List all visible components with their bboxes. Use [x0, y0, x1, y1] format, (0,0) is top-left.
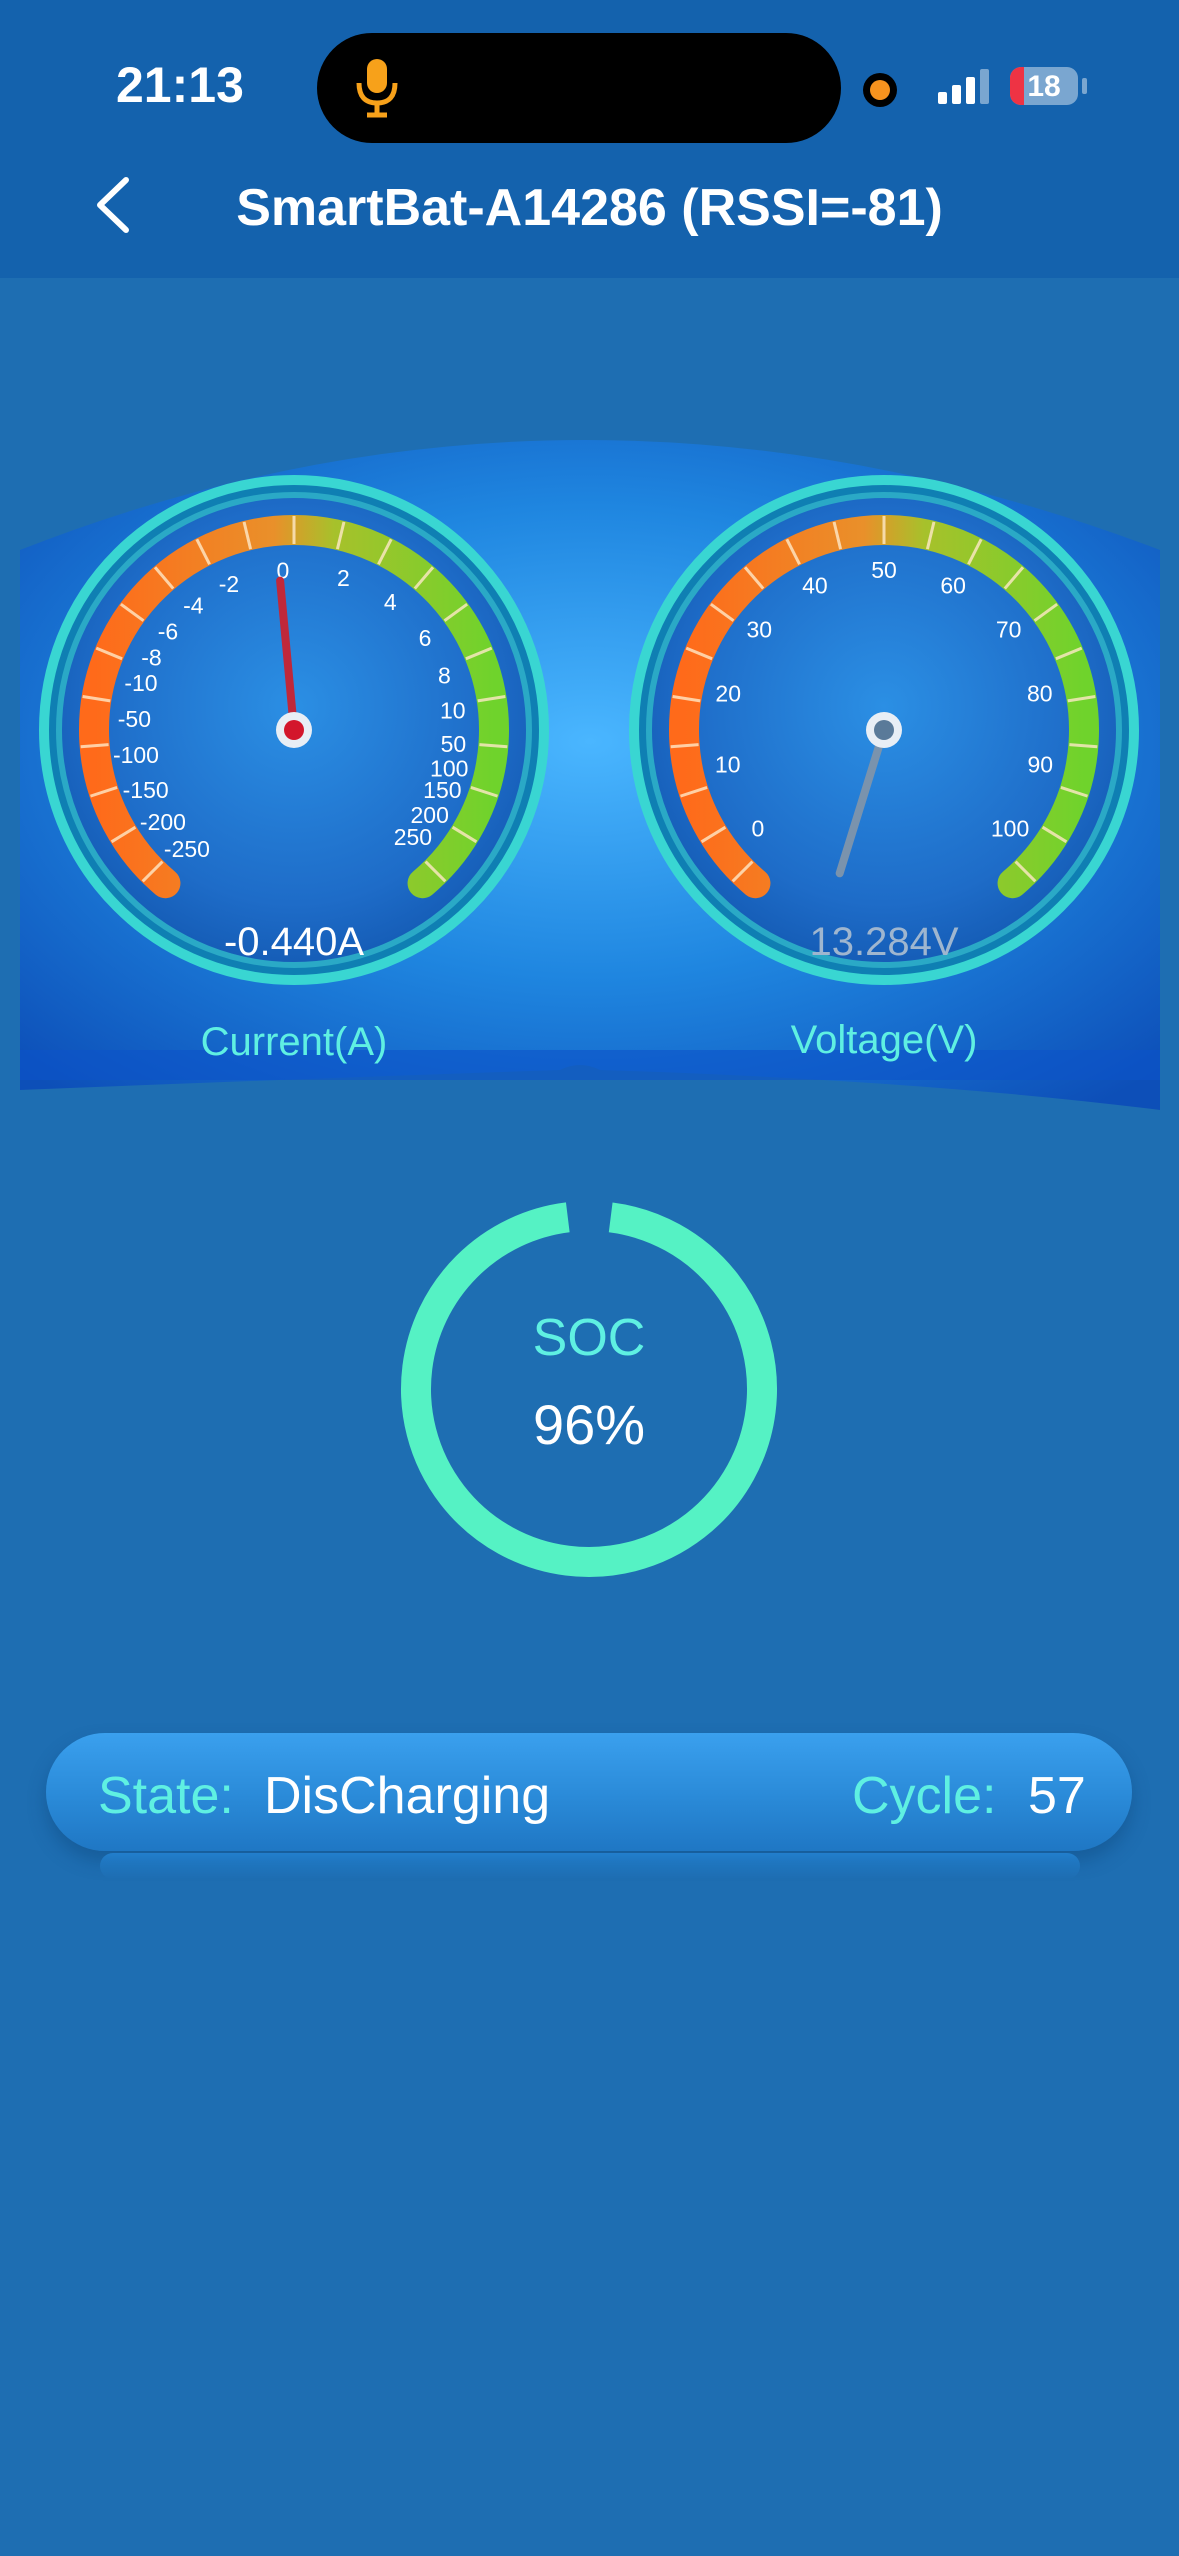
soc-progress-arc	[401, 1201, 777, 1577]
state-bar-shadow	[100, 1853, 1080, 1879]
voltage-tick-label: 50	[871, 557, 897, 583]
soc-label: SOC	[532, 1309, 646, 1367]
state-value: DisCharging	[264, 1767, 551, 1825]
status-bar: 21:13 18	[0, 0, 1179, 160]
current-tick-label: -4	[183, 593, 204, 619]
current-tick-label: -50	[118, 706, 151, 732]
cycle-value: 57	[1028, 1767, 1086, 1825]
cycle-label: Cycle:	[852, 1767, 997, 1825]
battery-icon: 18	[1010, 67, 1078, 105]
battery-tip	[1082, 78, 1087, 94]
status-time: 21:13	[116, 57, 244, 113]
voltage-tick-label: 100	[991, 816, 1029, 842]
gauge-dashboard: -250-200 -150 -100 -50 -10-8-6-4 -2 0 2 468 10 50 1…	[20, 440, 1160, 1110]
current-tick-label: 6	[419, 625, 432, 651]
current-tick-label: 50	[441, 731, 467, 757]
state-label: State:	[98, 1767, 234, 1825]
voltage-label: Voltage(V)	[791, 1018, 978, 1062]
voltage-tick-label: 60	[940, 573, 966, 599]
voltage-readout: 13.284V	[809, 920, 958, 964]
voltage-gauge: 0 10 20 30 40 50 60 70 80 90 100	[629, 475, 1139, 985]
current-tick-label: -6	[158, 618, 178, 644]
current-readout: -0.440A	[224, 920, 364, 964]
voltage-tick-label: 10	[715, 751, 741, 777]
current-tick-label: 2	[337, 565, 350, 591]
signal-icon	[938, 69, 989, 104]
current-tick-label: 250	[394, 824, 432, 850]
orange-dot-indicator-icon	[863, 73, 897, 107]
current-label: Current(A)	[201, 1020, 388, 1064]
current-gauge: -250-200-150-100-50-10-8-6-4-20 246810501…	[39, 475, 549, 985]
voltage-hub-center	[874, 720, 894, 740]
voltage-tick-label: 0	[752, 816, 765, 842]
soc-ring: SOC 96%	[396, 1196, 782, 1582]
current-tick-label: -2	[219, 571, 239, 597]
voltage-tick-label: 80	[1027, 680, 1053, 706]
voltage-tick-label: 40	[802, 573, 828, 599]
current-tick-label: -100	[113, 742, 159, 768]
voltage-tick-label: 30	[747, 617, 773, 643]
voltage-tick-label: 20	[715, 680, 741, 706]
current-tick-label: 8	[438, 662, 451, 688]
current-tick-label: 10	[440, 698, 466, 724]
current-tick-label: -250	[164, 836, 210, 862]
dynamic-island	[317, 33, 841, 143]
current-tick-label: 150	[423, 777, 461, 803]
microphone-icon	[356, 59, 398, 118]
current-tick-label: -200	[140, 809, 186, 835]
current-tick-label: 4	[384, 589, 397, 615]
voltage-tick-label: 70	[996, 617, 1022, 643]
current-tick-label: -8	[141, 644, 161, 670]
battery-level: 18	[1027, 70, 1061, 103]
page-title: SmartBat-A14286 (RSSI=-81)	[236, 179, 943, 237]
soc-value: 96%	[532, 1393, 646, 1456]
current-tick-label: -150	[123, 777, 169, 803]
voltage-tick-label: 90	[1027, 751, 1053, 777]
current-hub-center	[284, 720, 304, 740]
current-tick-label: -10	[124, 670, 157, 696]
